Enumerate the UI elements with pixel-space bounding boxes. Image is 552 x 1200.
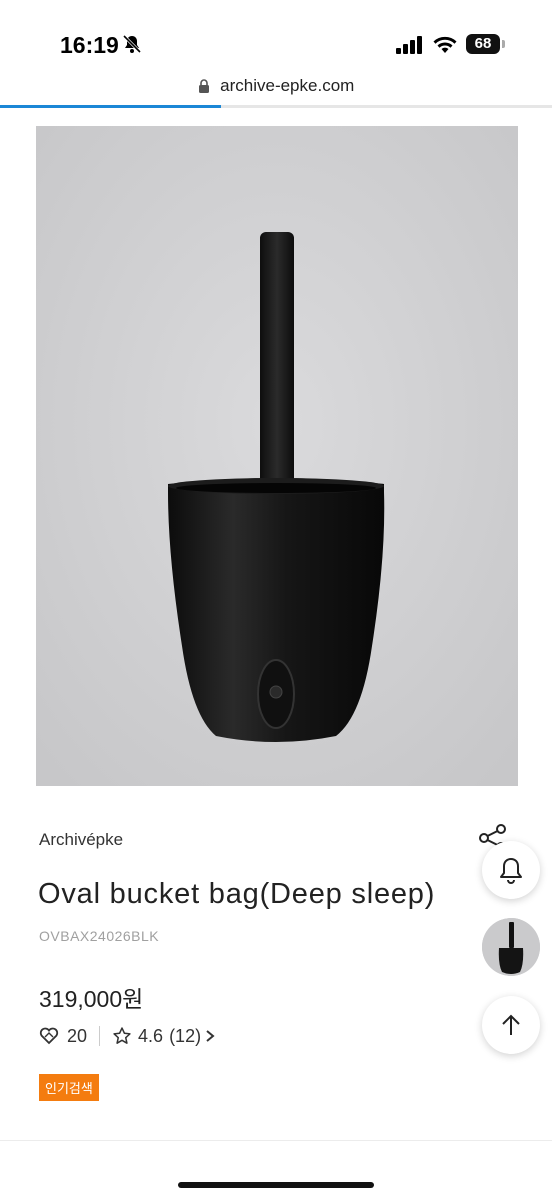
signal-icon	[396, 36, 422, 54]
page-load-progress	[0, 105, 552, 108]
recent-product-thumbnail[interactable]	[482, 918, 540, 976]
arrow-up-icon	[502, 1014, 520, 1035]
product-price: 319,000원	[39, 986, 144, 1012]
like-count: 20	[67, 1025, 88, 1046]
chevron-right-icon[interactable]	[204, 1029, 216, 1043]
home-indicator[interactable]	[178, 1182, 374, 1188]
popular-search-badge: 인기검색	[39, 1074, 99, 1101]
section-divider	[0, 1140, 552, 1141]
battery-tip	[502, 40, 505, 48]
brand-name[interactable]: Archivépke	[39, 830, 123, 850]
status-bar: 16:19 68	[0, 0, 552, 80]
review-count[interactable]: (12)	[169, 1026, 201, 1047]
wifi-icon	[433, 36, 457, 53]
notification-button[interactable]	[482, 841, 540, 899]
bucket-bag-image	[36, 126, 518, 786]
page-load-progress-fill	[0, 105, 221, 108]
bell-icon	[500, 858, 522, 884]
heart-icon[interactable]	[39, 1027, 59, 1045]
bag-thumbnail-image	[482, 918, 540, 976]
stats-divider	[99, 1026, 101, 1046]
bell-slash-icon	[122, 34, 142, 54]
product-image[interactable]	[36, 126, 518, 786]
lock-icon	[198, 78, 209, 93]
product-stats: 20 4.6 (12)	[39, 1024, 216, 1048]
product-code: OVBAX24026BLK	[39, 928, 160, 944]
battery-indicator: 68	[466, 34, 500, 54]
scroll-to-top-button[interactable]	[482, 996, 540, 1054]
product-title: Oval bucket bag(Deep sleep)	[38, 878, 436, 910]
star-icon	[113, 1027, 131, 1044]
rating-value: 4.6	[138, 1025, 164, 1046]
url-text: archive-epke.com	[220, 76, 355, 95]
url-bar[interactable]: archive-epke.com	[0, 76, 552, 104]
status-time: 16:19	[60, 32, 119, 58]
